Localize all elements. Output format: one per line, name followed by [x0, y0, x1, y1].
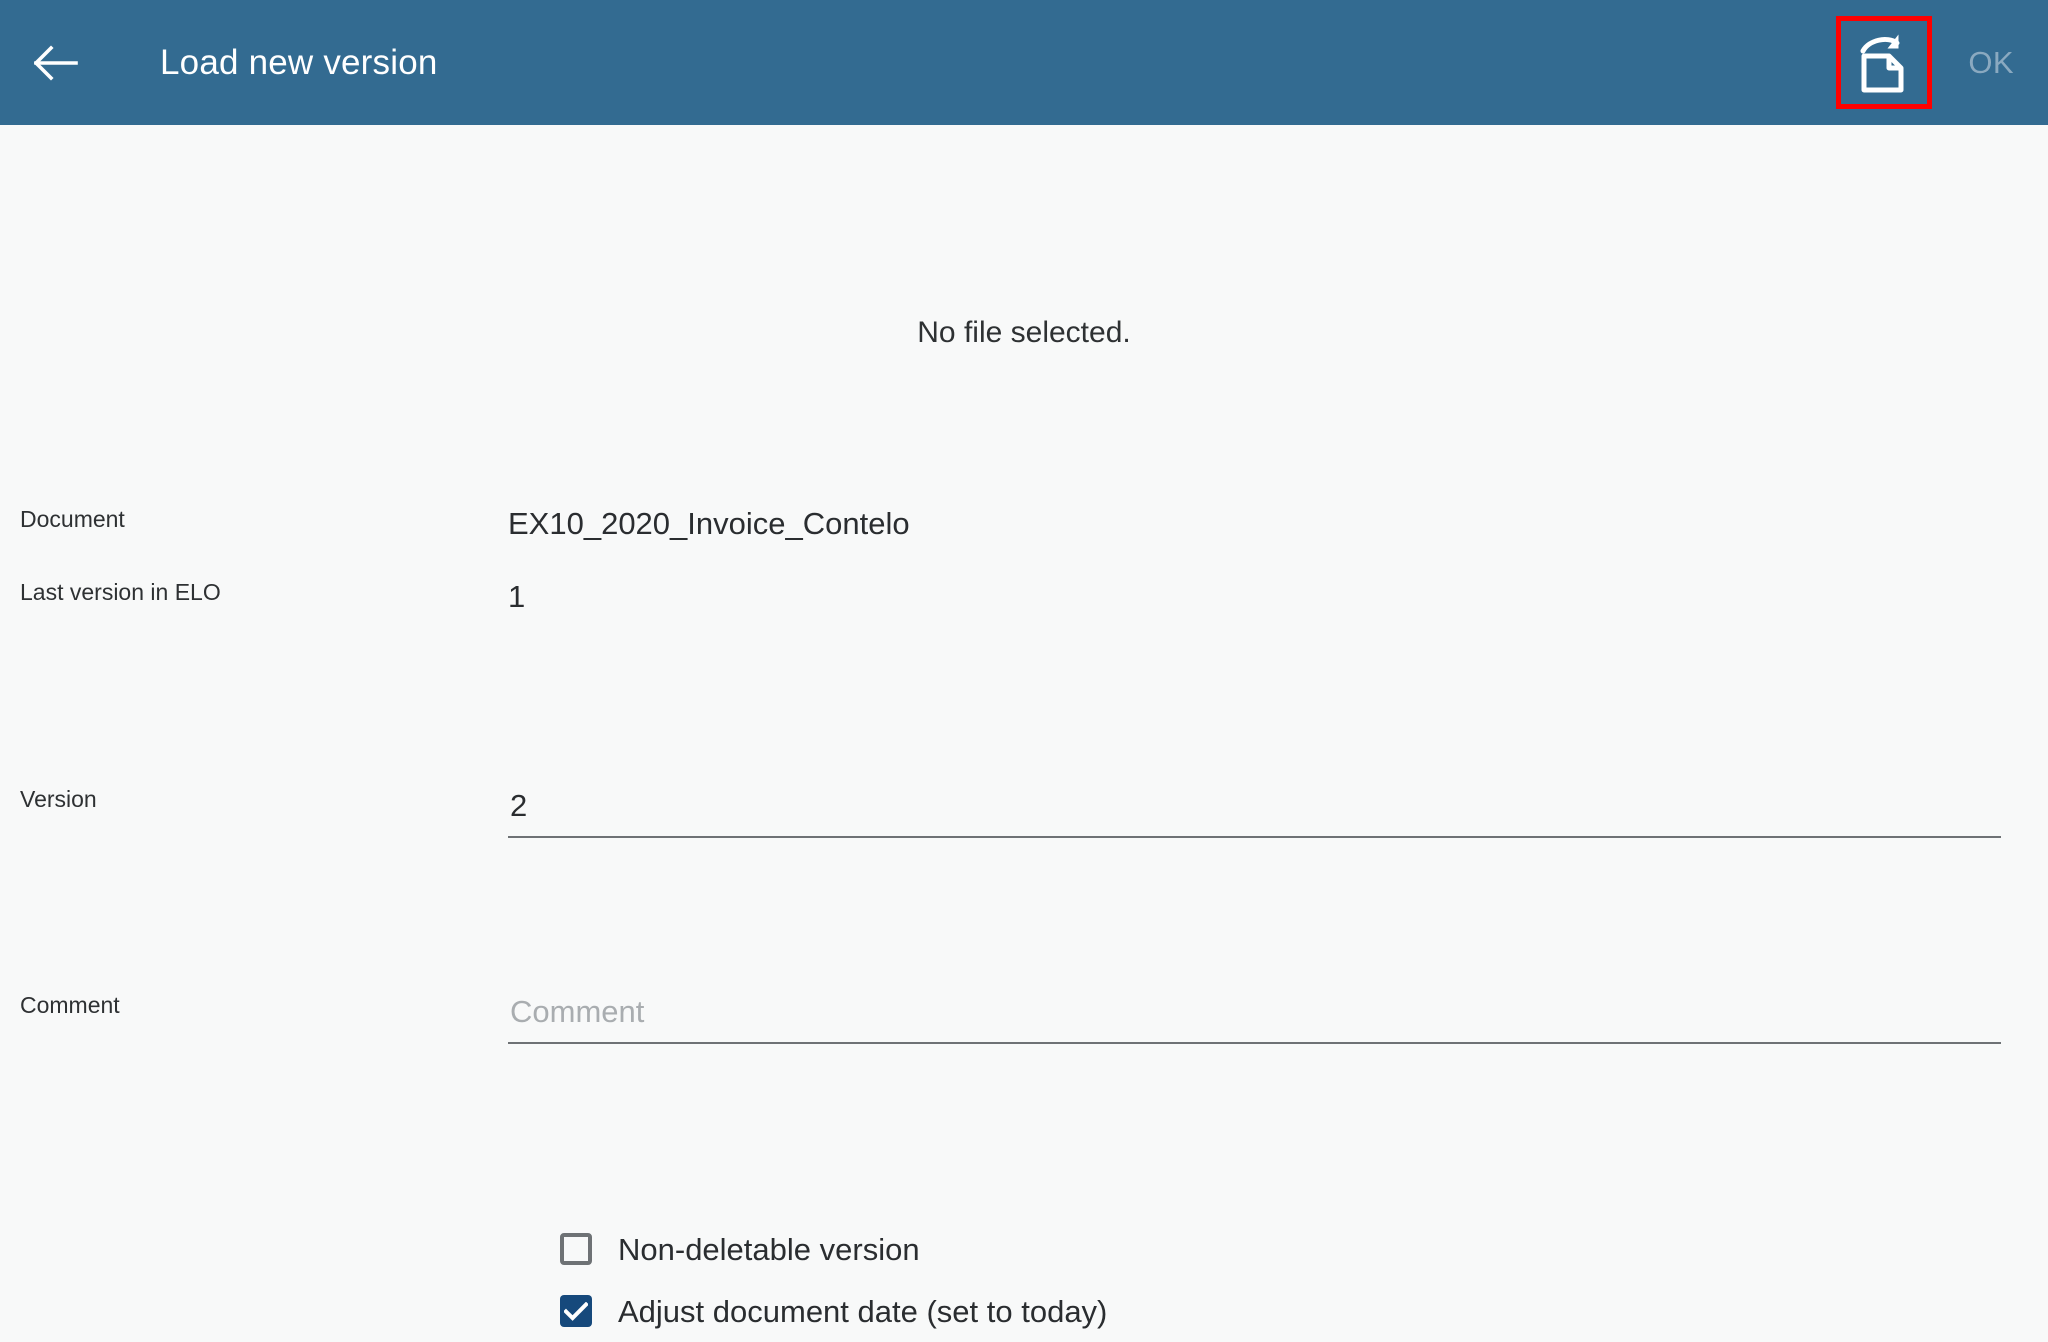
app-bar-actions: OK: [1836, 16, 2048, 109]
checkbox-checked-icon[interactable]: [560, 1295, 592, 1327]
app-bar: Load new version OK: [0, 0, 2048, 125]
value-container-document: EX10_2020_Invoice_Contelo: [508, 508, 2048, 539]
value-container-version: [508, 788, 2048, 838]
label-last-version-in-elo: Last version in ELO: [20, 579, 221, 605]
version-input[interactable]: [508, 788, 2001, 838]
value-last-version-in-elo: 1: [508, 579, 526, 614]
label-comment: Comment: [20, 992, 120, 1018]
checkbox-label-non-deletable-version: Non-deletable version: [618, 1231, 920, 1267]
file-status-text: No file selected.: [917, 316, 1131, 349]
form-row-last-version-in-elo: Last version in ELO 1: [0, 579, 2048, 613]
label-version: Version: [20, 786, 97, 812]
value-document: EX10_2020_Invoice_Contelo: [508, 506, 910, 541]
form-row-comment: Comment: [0, 994, 2048, 1044]
page-title: Load new version: [160, 43, 438, 82]
options-group: Non-deletable version Adjust document da…: [560, 1218, 1107, 1342]
label-document: Document: [20, 506, 125, 532]
load-new-version-screen: Load new version OK No file selected. Do…: [0, 0, 2048, 1327]
value-container-comment: [508, 994, 2048, 1044]
checkbox-row-adjust-document-date[interactable]: Adjust document date (set to today): [560, 1280, 1107, 1342]
load-new-version-button[interactable]: [1836, 16, 1933, 109]
back-button[interactable]: [0, 0, 112, 125]
checkbox-label-adjust-document-date: Adjust document date (set to today): [618, 1293, 1108, 1329]
form-content: No file selected. Document EX10_2020_Inv…: [0, 125, 2048, 1327]
ok-button[interactable]: OK: [1968, 45, 2014, 81]
form-row-document: Document EX10_2020_Invoice_Contelo: [0, 506, 2048, 540]
value-container-last-version-in-elo: 1: [508, 581, 2048, 612]
form-row-version: Version: [0, 788, 2048, 838]
arrow-left-icon: [34, 44, 78, 81]
checkbox-row-non-deletable-version[interactable]: Non-deletable version: [560, 1218, 1107, 1280]
comment-input[interactable]: [508, 994, 2001, 1044]
checkbox-unchecked-icon[interactable]: [560, 1233, 592, 1265]
document-upload-new-version-icon: [1857, 32, 1911, 94]
